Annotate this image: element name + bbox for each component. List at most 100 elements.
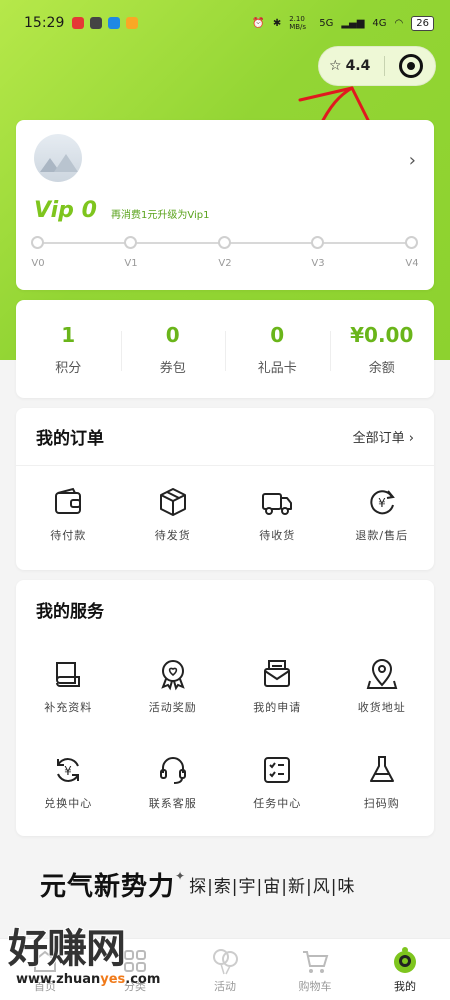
order-label: 待收货 (259, 529, 296, 542)
order-pending-shipment[interactable]: 待发货 (121, 466, 226, 562)
book-icon (56, 662, 81, 687)
vip-progress-node (311, 236, 324, 249)
refund-icon: ¥ (370, 490, 395, 515)
service-profile[interactable]: 补充资料 (16, 638, 121, 734)
avatar[interactable] (34, 134, 82, 182)
exchange-icon: ¥ (57, 758, 80, 782)
headset-icon (159, 757, 186, 784)
svg-text:¥: ¥ (64, 764, 72, 778)
service-address[interactable]: 收货地址 (330, 638, 435, 734)
stat-coupons[interactable]: 0 券包 (120, 322, 226, 376)
stat-balance[interactable]: ¥0.00 余额 (329, 322, 435, 376)
vip-card[interactable]: › Vip 0 再消费1元升级为Vip1 V0 V1 V2 V3 V4 (16, 120, 434, 290)
tab-mine[interactable]: 我的 (360, 939, 450, 1000)
vip-level-label: V4 (405, 258, 419, 269)
service-applications[interactable]: 我的申请 (225, 638, 330, 734)
stat-value: 0 (165, 322, 180, 347)
order-label: 待付款 (50, 529, 87, 542)
vip-progress-node (31, 236, 44, 249)
order-label: 待发货 (154, 529, 191, 542)
orders-card: 我的订单 全部订单 › 待付款 待发货 待收货 ¥ 退款/售后 (16, 408, 434, 570)
category-icon (124, 949, 146, 972)
order-label: 退款/售后 (355, 529, 409, 542)
stat-gift-cards[interactable]: 0 礼品卡 (225, 323, 330, 376)
service-scan-buy[interactable]: 扫码购 (330, 734, 435, 830)
stat-value: 1 (61, 322, 76, 347)
balloon-icon (213, 948, 238, 974)
section-title: 我的服务 (36, 601, 104, 622)
location-icon (366, 659, 398, 689)
truck-icon (262, 493, 293, 515)
service-exchange[interactable]: ¥ 兑换中心 (16, 734, 121, 830)
all-orders-link[interactable]: 全部订单 › (353, 427, 414, 446)
banner-subtitle: 探|索|宇|宙|新|风|味 (189, 877, 356, 897)
order-pending-receipt[interactable]: 待收货 (225, 466, 330, 562)
tab-label: 分类 (124, 979, 146, 993)
checklist-icon (264, 757, 291, 783)
order-refund[interactable]: ¥ 退款/售后 (330, 466, 435, 562)
notification-icon (90, 17, 103, 29)
service-label: 活动奖励 (148, 701, 197, 714)
service-support[interactable]: 联系客服 (121, 734, 226, 830)
notification-icon (72, 17, 85, 29)
tab-label: 我的 (394, 979, 416, 993)
home-icon (34, 950, 56, 972)
stat-label: 余额 (368, 360, 395, 376)
stat-label: 券包 (159, 360, 186, 376)
status-time: 15:29 (24, 15, 65, 31)
service-label: 收货地址 (357, 701, 406, 714)
battery-indicator: 26 (411, 15, 434, 31)
section-title: 我的订单 (36, 429, 104, 449)
mascot-icon (394, 946, 416, 973)
stat-label: 礼品卡 (257, 360, 297, 376)
rating-value: 4.4 (345, 58, 371, 74)
close-miniapp-icon[interactable] (399, 54, 424, 78)
bluetooth-icon: ✱ (272, 17, 282, 29)
signal-icon: ▂▄▆ (341, 17, 365, 29)
flask-icon (369, 756, 394, 782)
notification-icon (126, 17, 139, 29)
service-label: 补充资料 (44, 701, 93, 714)
notification-icon (108, 17, 121, 29)
rating-button[interactable]: ☆ 4.4 (329, 58, 370, 74)
status-bar: 15:29 ⏰ ✱ 2.10 MB/s 5G ▂▄▆ 4G ◠ 26 (0, 0, 450, 46)
stat-value: 0 (270, 322, 285, 347)
order-pending-payment[interactable]: 待付款 (16, 466, 121, 562)
sparkle-icon: ✦ (175, 868, 186, 883)
orders-grid: 待付款 待发货 待收货 ¥ 退款/售后 (16, 466, 434, 562)
stat-label: 积分 (55, 360, 82, 376)
service-rewards[interactable]: 活动奖励 (121, 638, 226, 734)
chevron-right-icon[interactable]: › (409, 150, 416, 171)
tab-home[interactable]: 首页 (0, 939, 90, 1000)
tab-label: 首页 (34, 979, 56, 993)
service-tasks[interactable]: 任务中心 (225, 734, 330, 830)
tab-label: 活动 (214, 979, 236, 993)
cart-icon (303, 950, 329, 973)
capsule-divider (384, 56, 386, 76)
net-label: 5G (319, 17, 334, 29)
service-label: 我的申请 (253, 701, 302, 714)
services-grid: 补充资料 活动奖励 我的申请 收货地址 ¥ 兑换中心 联系客服 任务中心 扫码购 (16, 638, 434, 830)
vip-progress-node (218, 236, 231, 249)
net-label: 4G (372, 17, 387, 29)
award-icon (161, 660, 185, 691)
bottom-tab-bar: 首页 分类 活动 购物车 我的 (0, 938, 450, 1000)
service-label: 兑换中心 (44, 797, 93, 810)
services-card: 我的服务 补充资料 活动奖励 我的申请 收货地址 ¥ 兑换中心 联系客服 任务中… (16, 580, 434, 836)
vip-level-label: V0 (31, 258, 45, 269)
star-icon: ☆ (329, 58, 342, 74)
tab-cart[interactable]: 购物车 (270, 939, 360, 1000)
network-speed: 2.10 MB/s (289, 15, 307, 31)
stat-value: ¥0.00 (350, 322, 414, 347)
tab-category[interactable]: 分类 (90, 939, 180, 1000)
wifi-icon: ◠ (394, 17, 404, 29)
brand-banner: 元气新势力 ✦ 探|索|宇|宙|新|风|味 (40, 866, 420, 903)
alarm-icon: ⏰ (252, 17, 265, 29)
vip-progress-node (124, 236, 137, 249)
tab-activity[interactable]: 活动 (180, 939, 270, 1000)
assets-card: 1 积分 0 券包 0 礼品卡 ¥0.00 余额 (16, 300, 434, 398)
vip-level: Vip 0 (34, 198, 97, 223)
service-label: 扫码购 (363, 797, 400, 810)
box-icon (159, 488, 186, 516)
stat-points[interactable]: 1 积分 (16, 323, 121, 376)
